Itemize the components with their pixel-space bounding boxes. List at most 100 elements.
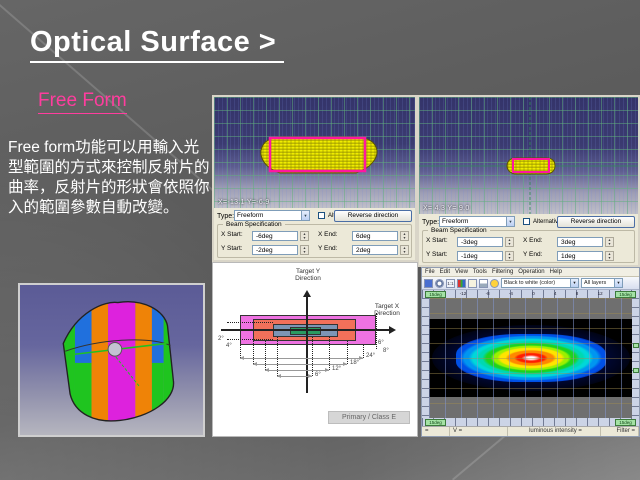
reverse-direction-button[interactable]: Reverse direction — [557, 216, 635, 228]
range-badge: 15deg — [425, 419, 446, 426]
y-start-input[interactable]: -1deg — [457, 251, 503, 261]
filter-icon[interactable] — [479, 279, 488, 288]
layer-marker — [633, 368, 639, 373]
dimension-line — [240, 358, 363, 359]
angle-label: 4° — [226, 343, 232, 349]
copy-icon[interactable] — [468, 279, 477, 288]
colormap-dropdown-value: Black to white (color) — [504, 280, 555, 286]
angle-label: 2° — [218, 336, 224, 342]
y-end-label: Y End: — [523, 251, 542, 258]
dimension-line — [265, 370, 329, 371]
tick-label: -4 — [509, 290, 513, 298]
y-end-input[interactable]: 2deg — [352, 245, 398, 255]
cad-3d-surface-image — [18, 283, 205, 437]
palette-icon[interactable] — [457, 279, 466, 288]
menu-tools[interactable]: Tools — [473, 268, 487, 276]
dotted-guide — [265, 341, 266, 370]
angle-label: 12° — [332, 366, 341, 372]
menu-file[interactable]: File — [425, 268, 435, 276]
menu-bar: File Edit View Tools Filtering Operation… — [422, 268, 639, 277]
menu-operation[interactable]: Operation — [518, 268, 544, 276]
angle-label: 6° — [315, 372, 321, 378]
range-badge: 15deg — [425, 291, 446, 298]
type-label: Type: — [217, 213, 234, 220]
status-cell: = — [422, 427, 450, 436]
dotted-guide — [227, 322, 273, 323]
cad-viewport-2[interactable]: X= 4.3 Y= 9.0 — [419, 97, 638, 214]
lamp-icon[interactable] — [490, 279, 499, 288]
one-to-one-icon[interactable]: 1:1 — [446, 279, 455, 288]
x-start-label: X Start: — [426, 237, 448, 244]
dotted-guide — [363, 345, 364, 358]
type-dropdown-value: Freeform — [237, 212, 263, 219]
x-start-spinner[interactable]: ▲▼ — [300, 231, 309, 241]
primary-class-button[interactable]: Primary / Class E — [328, 411, 410, 424]
chevron-down-icon[interactable]: ▼ — [570, 279, 578, 287]
striped-surface-graphic — [20, 285, 203, 435]
dimension-line — [277, 376, 312, 377]
x-start-input[interactable]: -6deg — [252, 231, 298, 241]
target-beam-diagram: Target Y Direction Target X Direction 24… — [212, 262, 418, 437]
y-end-spinner[interactable]: ▲▼ — [400, 245, 409, 255]
reverse-direction-button[interactable]: Reverse direction — [334, 210, 412, 222]
plot-row — [422, 298, 639, 418]
x-axis-arrow-icon — [389, 326, 396, 334]
colormap-dropdown[interactable]: Black to white (color) ▼ — [501, 278, 579, 288]
layer-marker — [633, 343, 639, 348]
y-end-input[interactable]: 1deg — [557, 251, 603, 261]
photometric-viewer-window: File Edit View Tools Filtering Operation… — [421, 267, 640, 437]
y-end-spinner[interactable]: ▲▼ — [605, 251, 614, 261]
reflector-mesh-graphic — [419, 97, 638, 214]
type-dropdown[interactable]: Freeform ▼ — [234, 210, 310, 221]
menu-help[interactable]: Help — [550, 268, 562, 276]
y-start-spinner[interactable]: ▲▼ — [300, 245, 309, 255]
dotted-guide — [329, 337, 330, 370]
cursor-coordinates: X=-13.1 Y=-6.9 — [218, 199, 270, 206]
angle-label: 18° — [350, 360, 359, 366]
y-axis-arrow-icon — [303, 290, 311, 297]
menu-filtering[interactable]: Filtering — [492, 268, 513, 276]
zoom-icon[interactable] — [435, 279, 444, 288]
x-start-spinner[interactable]: ▲▼ — [505, 237, 514, 247]
tick-label: 8 — [576, 290, 579, 298]
type-dropdown-value: Freeform — [442, 218, 468, 225]
reflector-mesh-graphic — [214, 97, 415, 208]
x-end-spinner[interactable]: ▲▼ — [605, 237, 614, 247]
toolbar: 1:1 Black to white (color) ▼ All layers … — [422, 277, 639, 290]
save-icon[interactable] — [424, 279, 433, 288]
chevron-down-icon[interactable]: ▼ — [506, 217, 514, 226]
out-of-range-band — [429, 298, 632, 319]
cad-viewport-1[interactable]: X=-13.1 Y=-6.9 — [214, 97, 415, 208]
reflector-mesh — [261, 137, 377, 173]
x-end-input[interactable]: 6deg — [352, 231, 398, 241]
x-start-label: X Start: — [221, 231, 243, 238]
menu-view[interactable]: View — [455, 268, 468, 276]
intensity-contour-blob — [456, 334, 606, 382]
type-label: Type: — [422, 219, 439, 226]
x-end-label: X End: — [523, 237, 543, 244]
cad-view-panel-1: X=-13.1 Y=-6.9 Type: Freeform ▼ Alternat… — [212, 95, 417, 262]
alternative-algorithm-checkbox[interactable] — [318, 212, 325, 219]
dotted-guide — [227, 339, 273, 340]
dotted-guide — [253, 341, 254, 364]
left-ruler — [422, 298, 429, 418]
x-start-input[interactable]: -3deg — [457, 237, 503, 247]
status-cell: luminous intensity = — [508, 427, 601, 436]
tick-label: 4 — [554, 290, 557, 298]
layers-dropdown[interactable]: All layers ▼ — [581, 278, 623, 288]
right-ruler — [632, 298, 639, 418]
intensity-plot-canvas[interactable] — [429, 298, 632, 418]
status-cell: V = — [450, 427, 508, 436]
y-start-spinner[interactable]: ▲▼ — [505, 251, 514, 261]
y-start-input[interactable]: -2deg — [252, 245, 298, 255]
chevron-down-icon[interactable]: ▼ — [301, 211, 309, 220]
menu-edit[interactable]: Edit — [440, 268, 450, 276]
alternative-algorithm-checkbox[interactable] — [523, 218, 530, 225]
x-end-input[interactable]: 3deg — [557, 237, 603, 247]
angle-label: 8° — [383, 348, 389, 354]
chevron-down-icon[interactable]: ▼ — [614, 279, 622, 287]
y-end-label: Y End: — [318, 245, 337, 252]
type-dropdown[interactable]: Freeform ▼ — [439, 216, 515, 227]
freeform-label: Free Form — [38, 90, 127, 114]
x-end-spinner[interactable]: ▲▼ — [400, 231, 409, 241]
